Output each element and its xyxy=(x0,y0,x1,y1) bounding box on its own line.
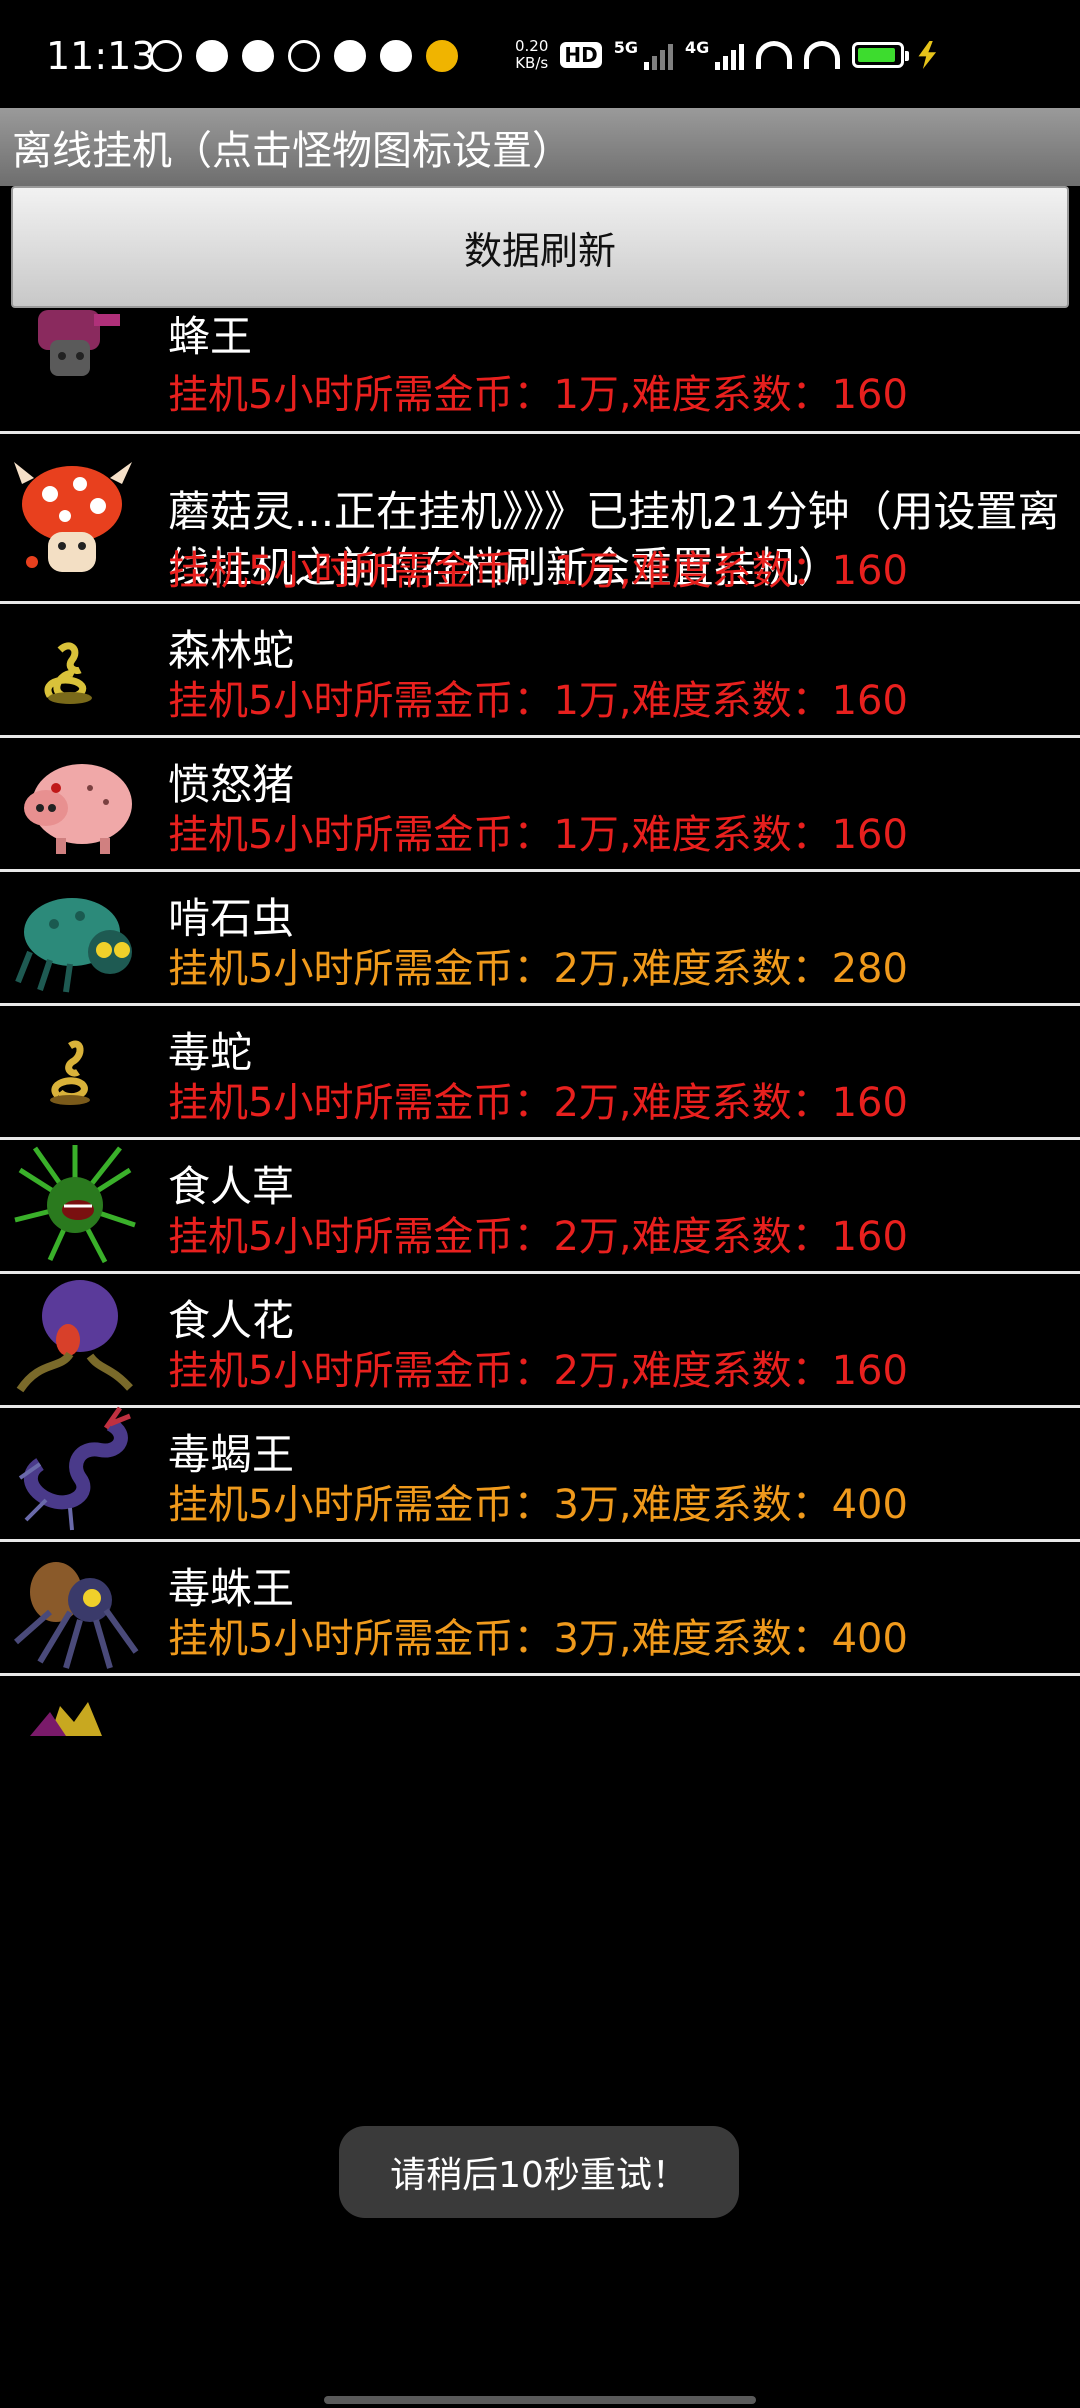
monster-name: 愤怒猪 xyxy=(168,760,295,809)
speed-value: 0.20 xyxy=(515,37,549,55)
monster-cost: 挂机5小时所需金币：3万,难度系数：400 xyxy=(168,1616,908,1662)
crown-icon xyxy=(242,40,274,72)
net-label-5g: 5G xyxy=(613,38,639,57)
maneater-flower-icon[interactable] xyxy=(10,1270,140,1400)
monster-cost: 挂机5小时所需金币：2万,难度系数：280 xyxy=(168,946,908,992)
wifi-icon xyxy=(804,41,841,69)
list-item: 蜂王 挂机5小时所需金币：1万,难度系数：160 xyxy=(0,310,1080,434)
monster-name: 毒蛛王 xyxy=(168,1564,295,1613)
play-icon xyxy=(288,40,320,72)
angry-pig-icon[interactable] xyxy=(10,738,140,868)
list-item: 蘑菇灵...正在挂机》》》已挂机21分钟（用设置离线挂机之前的存档刷新会重置挂机… xyxy=(0,434,1080,604)
speed-unit: KB/s xyxy=(515,54,549,72)
stone-bug-icon[interactable] xyxy=(10,872,140,1002)
monster-name: 食人草 xyxy=(168,1162,295,1211)
list-item xyxy=(0,1676,1080,1736)
list-item: 毒蛇 挂机5小时所需金币：2万,难度系数：160 xyxy=(0,1006,1080,1140)
spider-king-icon[interactable] xyxy=(10,1542,140,1672)
monster-cost: 挂机5小时所需金币：1万,难度系数：160 xyxy=(168,812,908,858)
monster-name: 啃石虫 xyxy=(168,894,295,943)
gesture-bar[interactable] xyxy=(324,2396,756,2404)
net-label-4g: 4G xyxy=(685,38,710,57)
refresh-button[interactable]: 数据刷新 xyxy=(11,186,1069,308)
signal-4g-icon xyxy=(715,40,745,70)
list-item: 森林蛇 挂机5小时所需金币：1万,难度系数：160 xyxy=(0,604,1080,738)
list-item: 愤怒猪 挂机5小时所需金币：1万,难度系数：160 xyxy=(0,738,1080,872)
status-time: 11:13 xyxy=(46,34,156,78)
hd-icon: HD xyxy=(560,42,602,68)
gauge-icon xyxy=(334,40,366,72)
status-bar: 11:13 0.20 KB/s HD 5G 4G xyxy=(0,0,1080,108)
game-app-icon xyxy=(426,40,458,72)
notification-icons xyxy=(150,40,458,72)
monster-name: 毒蝎王 xyxy=(168,1430,295,1479)
telegram-icon xyxy=(380,40,412,72)
monster-cost: 挂机5小时所需金币：1万,难度系数：160 xyxy=(168,372,908,418)
forest-snake-icon[interactable] xyxy=(10,610,140,740)
list-item: 食人草 挂机5小时所需金币：2万,难度系数：160 xyxy=(0,1140,1080,1274)
monster-cost: 挂机5小时所需金币：2万,难度系数：160 xyxy=(168,1214,908,1260)
monster-cost: 挂机5小时所需金币：2万,难度系数：160 xyxy=(168,1080,908,1126)
list-item: 毒蛛王 挂机5小时所需金币：3万,难度系数：400 xyxy=(0,1542,1080,1676)
title-bar: 离线挂机（点击怪物图标设置） xyxy=(0,108,1080,186)
monster-cost: 挂机5小时所需金币：3万,难度系数：400 xyxy=(168,1482,908,1528)
toast-message: 请稍后10秒重试！ xyxy=(339,2126,739,2218)
scorpion-king-icon[interactable] xyxy=(10,1404,140,1534)
monster-cost: 挂机5小时所需金币：2万,难度系数：160 xyxy=(168,1348,908,1394)
monster-icon[interactable] xyxy=(10,1692,140,1736)
network-speed: 0.20 KB/s xyxy=(515,38,548,72)
maneater-grass-icon[interactable] xyxy=(10,1140,140,1270)
monster-name: 蜂王 xyxy=(168,312,253,361)
battery-icon xyxy=(852,42,910,68)
clock-app-icon xyxy=(150,40,182,72)
page-title: 离线挂机（点击怪物图标设置） xyxy=(12,128,572,174)
monster-name: 森林蛇 xyxy=(168,626,295,675)
status-indicators: 0.20 KB/s HD 5G 4G xyxy=(515,38,938,72)
monster-list[interactable]: 蜂王 挂机5小时所需金币：1万,难度系数：160 蘑菇灵...正在挂机》》》已挂… xyxy=(0,310,1080,1736)
bee-king-icon[interactable] xyxy=(10,300,140,400)
wifi-plus-icon xyxy=(756,41,793,69)
mushroom-spirit-icon[interactable] xyxy=(10,454,140,584)
list-item: 毒蝎王 挂机5小时所需金币：3万,难度系数：400 xyxy=(0,1406,1080,1542)
monster-name: 毒蛇 xyxy=(168,1028,253,1077)
monster-cost: 挂机5小时所需金币：1万,难度系数：160 xyxy=(168,678,908,724)
list-item: 啃石虫 挂机5小时所需金币：2万,难度系数：280 xyxy=(0,872,1080,1006)
monster-cost: 挂机5小时所需金币：1万,难度系数：160 xyxy=(168,548,908,594)
charging-icon xyxy=(918,41,937,69)
list-item: 食人花 挂机5小时所需金币：2万,难度系数：160 xyxy=(0,1274,1080,1408)
viper-icon[interactable] xyxy=(10,1006,140,1136)
signal-5g-icon xyxy=(644,40,674,70)
chat-icon xyxy=(196,40,228,72)
monster-name: 食人花 xyxy=(168,1296,295,1345)
